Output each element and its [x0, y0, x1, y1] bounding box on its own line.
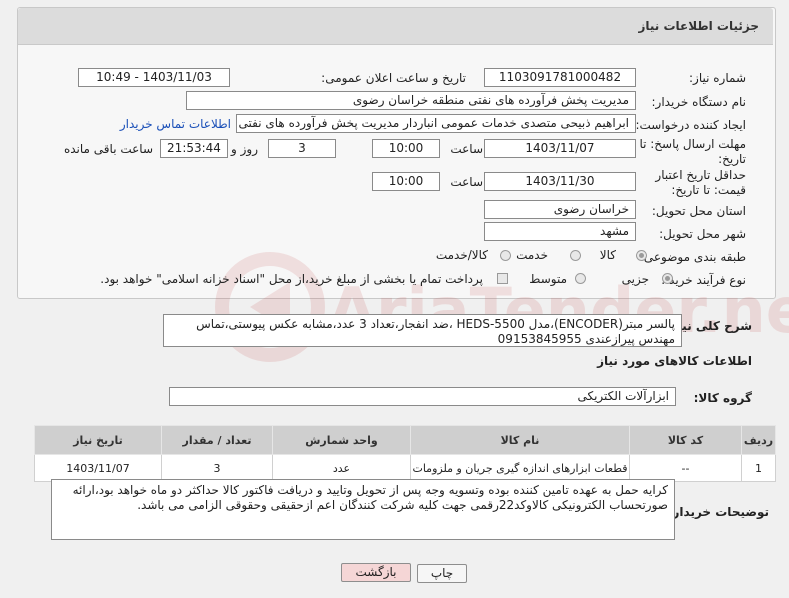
days-field[interactable]: 3 — [268, 139, 336, 158]
buyer-org-field[interactable]: مدیریت پخش فرآورده های نفتی منطقه خراسان… — [186, 91, 636, 110]
days-and-label: روز و — [231, 142, 258, 156]
goods-info-heading: اطلاعات کالاهای مورد نیاز — [597, 354, 752, 368]
purchase-radio-medium[interactable] — [575, 273, 586, 284]
category-both-label: کالا/خدمت — [435, 248, 488, 262]
category-radio-goods[interactable] — [636, 250, 647, 261]
cell-row: 1 — [741, 454, 776, 482]
delivery-city-label: شهر محل تحویل: — [659, 227, 746, 241]
need-number-label: شماره نیاز: — [689, 71, 746, 85]
treasury-payment-checkbox[interactable] — [497, 273, 508, 284]
cell-code: -- — [629, 454, 742, 482]
category-service-label: خدمت — [516, 248, 548, 262]
print-button[interactable]: چاپ — [417, 564, 467, 583]
announce-datetime-field[interactable]: 1403/11/03 - 10:49 — [78, 68, 230, 87]
validity-time-field[interactable]: 10:00 — [372, 172, 440, 191]
buyer-notes-textarea[interactable]: کرایه حمل به عهده تامین کننده بوده وتسوی… — [51, 479, 675, 540]
category-label: طبقه بندی موضوعی: — [639, 250, 746, 264]
category-radio-both[interactable] — [500, 250, 511, 261]
panel-header: جزئیات اطلاعات نیاز — [18, 8, 773, 45]
col-row: ردیف — [741, 425, 776, 455]
province-field[interactable]: خراسان رضوی — [484, 200, 636, 219]
table-row[interactable]: 1 -- قطعات ابزارهای اندازه گیری جریان و … — [34, 454, 776, 482]
reply-deadline-label: مهلت ارسال پاسخ: تا تاریخ: — [639, 137, 746, 166]
delivery-province-label: استان محل تحویل: — [651, 204, 746, 218]
col-name: نام کالا — [410, 425, 630, 455]
col-date: تاریخ نیاز — [34, 425, 162, 455]
requester-label: ایجاد کننده درخواست: — [635, 118, 746, 132]
col-code: کد کالا — [629, 425, 742, 455]
cell-name: قطعات ابزارهای اندازه گیری جریان و ملزوم… — [410, 454, 630, 482]
purchase-minor-label: جزیی — [621, 272, 649, 286]
buyer-org-label: نام دستگاه خریدار: — [651, 95, 747, 109]
buyer-notes-label: توضیحات خریدار: — [667, 505, 769, 519]
reply-time-label: ساعت — [450, 142, 483, 156]
category-radio-service[interactable] — [570, 250, 581, 261]
validity-date-field[interactable]: 1403/11/30 — [484, 172, 636, 191]
items-table: ردیف کد کالا نام کالا واحد شمارش تعداد /… — [34, 425, 776, 482]
treasury-payment-note: پرداخت تمام یا بخشی از مبلغ خرید،از محل … — [100, 272, 483, 286]
purchase-medium-label: متوسط — [529, 272, 567, 286]
goods-group-label: گروه کالا: — [693, 391, 752, 405]
description-textarea[interactable]: پالسر مبتر(ENCODER)،مدل HEDS-5500 ،ضد ان… — [163, 314, 682, 347]
purchase-radio-minor[interactable] — [662, 273, 673, 284]
cell-qty: 3 — [161, 454, 273, 482]
need-number-field[interactable]: 1103091781000482 — [484, 68, 636, 87]
price-validity-label: حداقل تاریخ اعتبار قیمت: تا تاریخ: — [655, 168, 746, 197]
panel-title: جزئیات اطلاعات نیاز — [638, 19, 759, 33]
col-qty: تعداد / مقدار — [161, 425, 273, 455]
cell-date: 1403/11/07 — [34, 454, 162, 482]
validity-time-label: ساعت — [450, 175, 483, 189]
reply-date-field[interactable]: 1403/11/07 — [484, 139, 636, 158]
contact-buyer-link[interactable]: اطلاعات تماس خریدار — [120, 117, 231, 131]
hours-left-label: ساعت باقی مانده — [63, 142, 153, 156]
announce-datetime-label: تاریخ و ساعت اعلان عمومی: — [321, 71, 466, 85]
category-goods-label: کالا — [599, 248, 616, 262]
col-unit: واحد شمارش — [272, 425, 411, 455]
items-table-header: ردیف کد کالا نام کالا واحد شمارش تعداد /… — [34, 425, 776, 455]
reply-time-field[interactable]: 10:00 — [372, 139, 440, 158]
back-button[interactable]: بازگشت — [341, 563, 411, 582]
cell-unit: عدد — [272, 454, 411, 482]
requester-field[interactable]: ابراهیم ذبیحی متصدی خدمات عمومی انباردار… — [236, 114, 636, 133]
goods-group-field[interactable]: ابزارآلات الکتریکی — [169, 387, 676, 406]
city-field[interactable]: مشهد — [484, 222, 636, 241]
remaining-time-field[interactable]: 21:53:44 — [160, 139, 228, 158]
purchase-type-label: نوع فرآیند خرید : — [661, 273, 746, 287]
